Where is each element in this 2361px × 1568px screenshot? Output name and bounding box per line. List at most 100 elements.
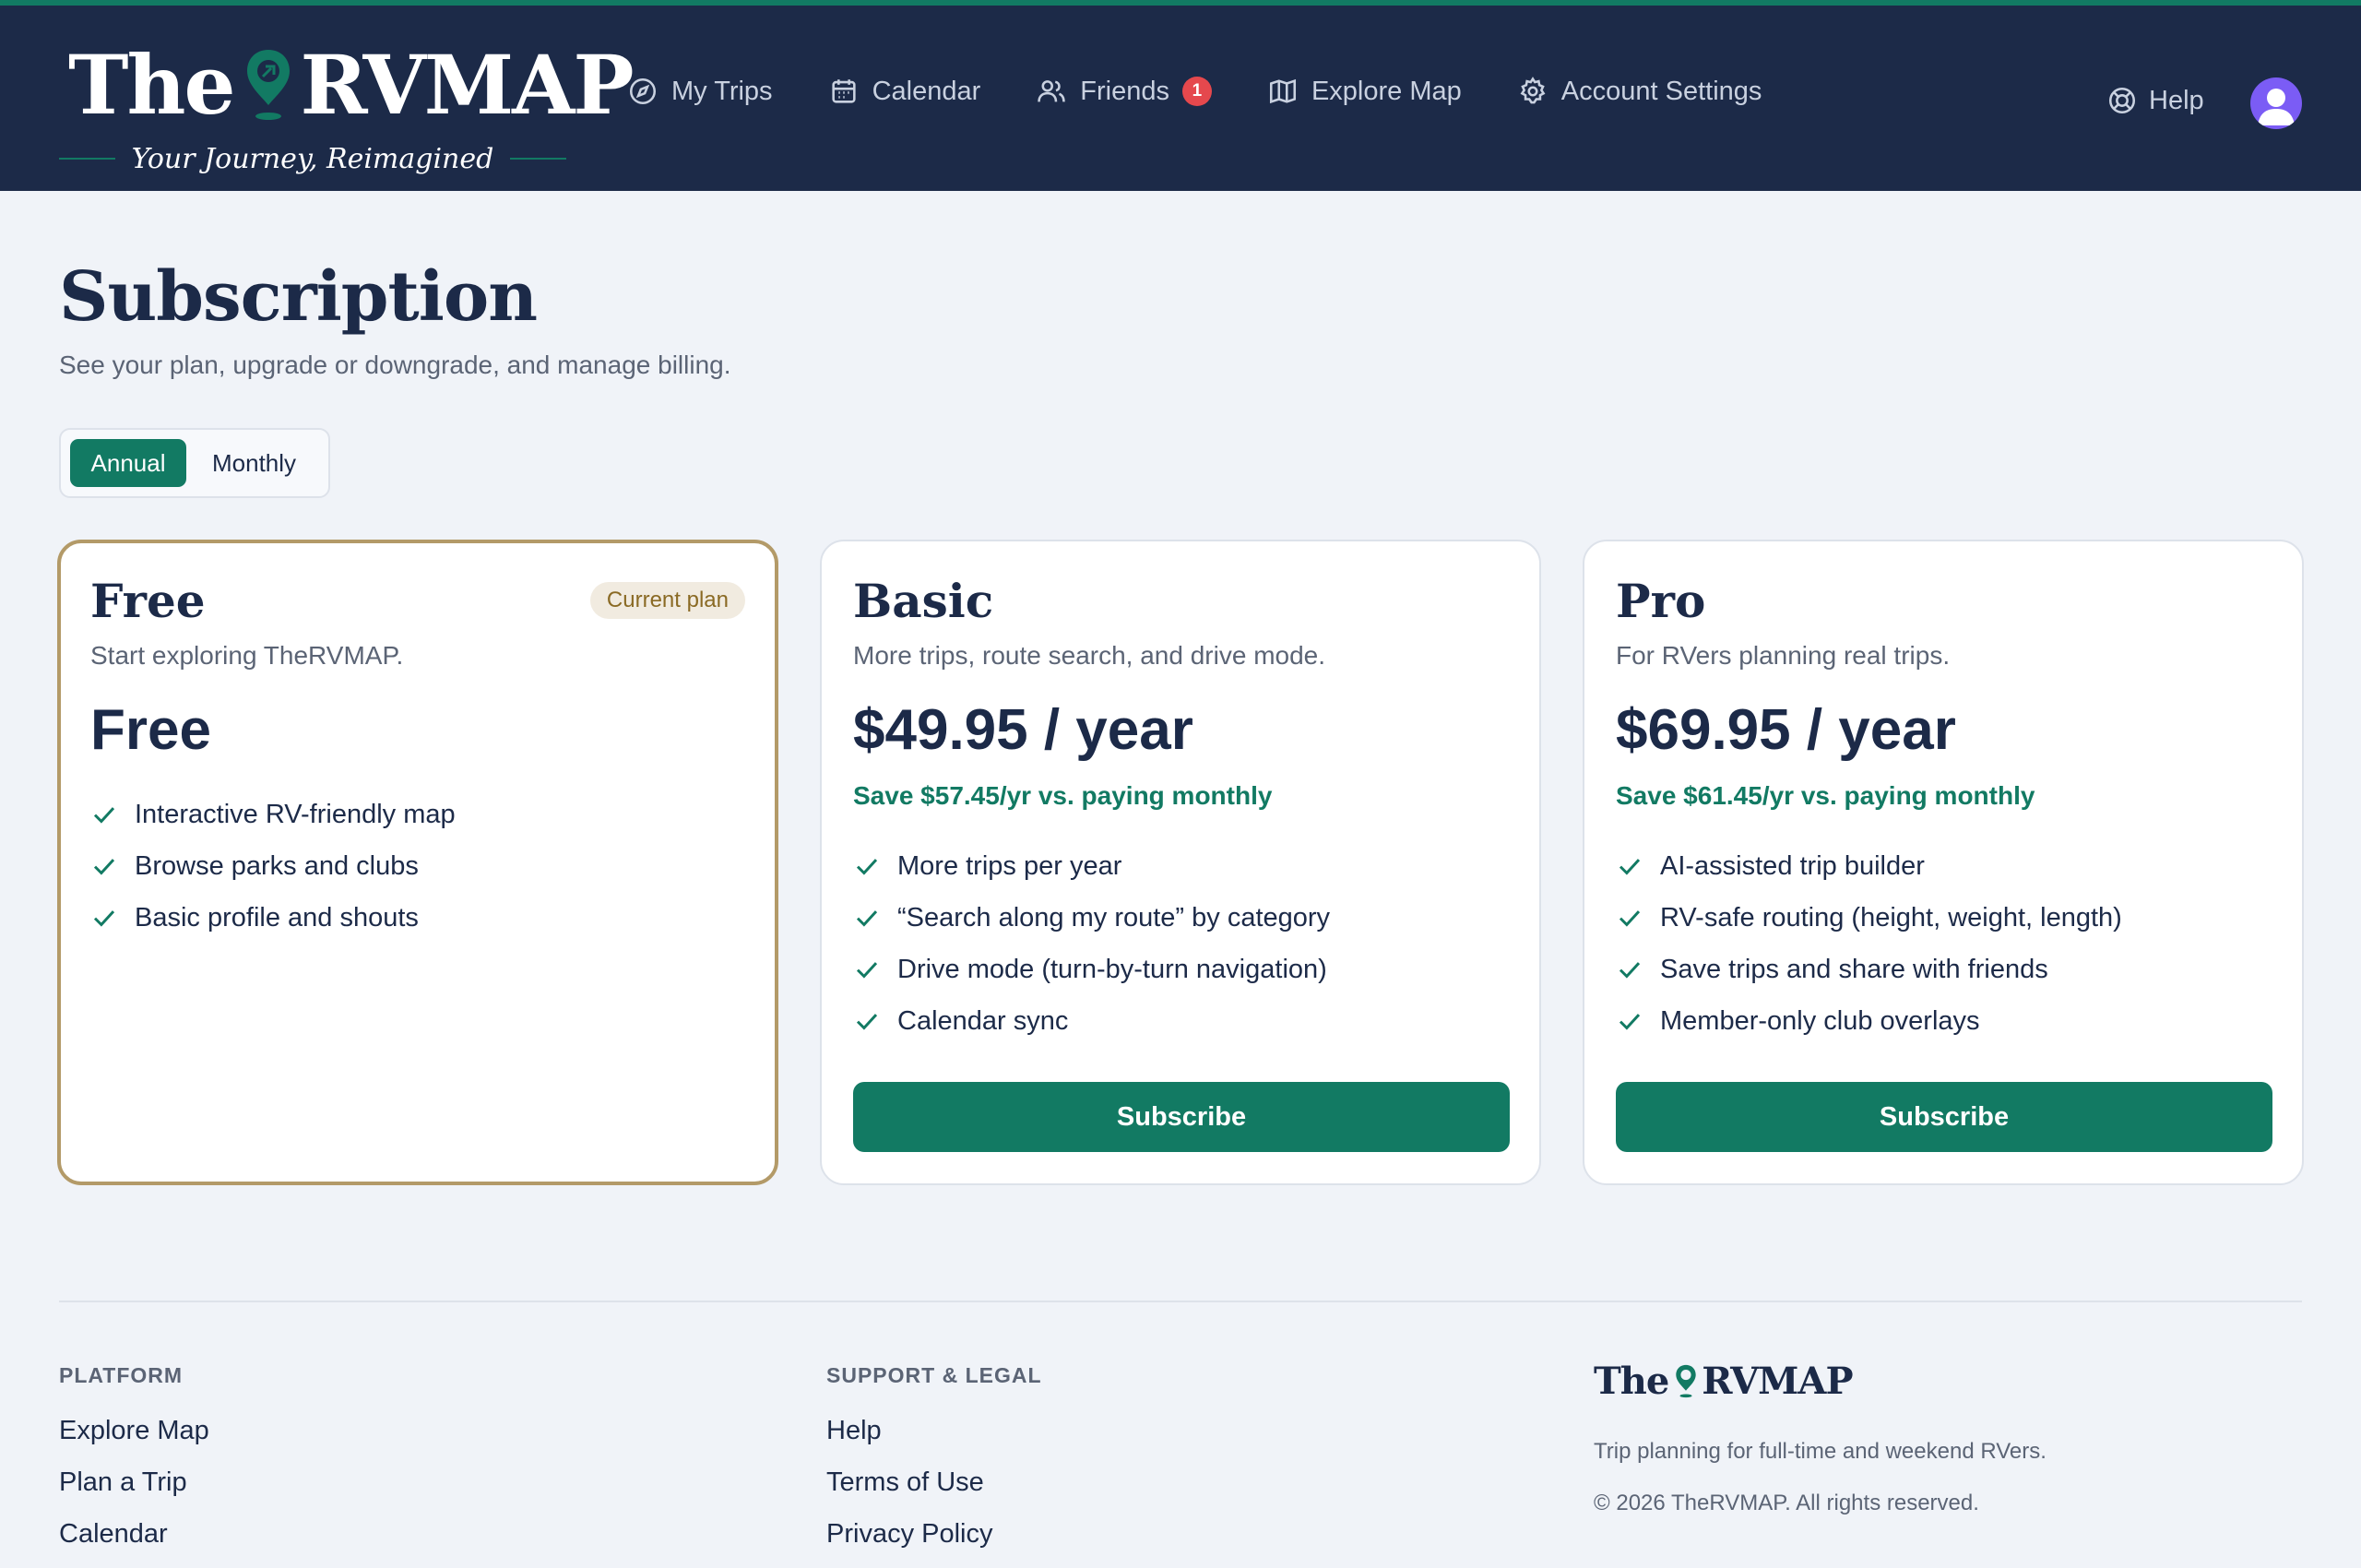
feature-item: Calendar sync xyxy=(853,995,1330,1047)
feature-item: Browse parks and clubs xyxy=(90,840,456,892)
brand-wordmark: The RVMAP xyxy=(68,37,635,133)
page-title: Subscription xyxy=(59,257,538,337)
feature-text: Member-only club overlays xyxy=(1660,1005,1980,1036)
check-icon xyxy=(1619,859,1641,875)
nav-label: Account Settings xyxy=(1560,76,1762,106)
footer-link-calendar[interactable]: Calendar xyxy=(59,1519,209,1568)
map-pin-logo-icon xyxy=(1676,1364,1696,1398)
feature-item: More trips per year xyxy=(853,840,1330,892)
plan-price: Free xyxy=(90,698,211,762)
footer-support-column: SUPPORT & LEGAL Help Terms of Use Privac… xyxy=(826,1363,1042,1568)
footer-link-explore-map[interactable]: Explore Map xyxy=(59,1416,209,1467)
user-avatar[interactable] xyxy=(2250,77,2302,129)
billing-period-toggle: Annual Monthly xyxy=(59,428,330,498)
nav-label: Calendar xyxy=(872,76,981,106)
main-nav: My Trips Calendar Friends 1 Explore Map … xyxy=(627,76,1762,107)
plan-savings: Save $61.45/yr vs. paying monthly xyxy=(1616,781,2035,810)
footer-link-plan-a-trip[interactable]: Plan a Trip xyxy=(59,1467,209,1519)
notification-badge: 1 xyxy=(1181,77,1212,106)
toggle-monthly[interactable]: Monthly xyxy=(194,439,314,487)
map-pin-logo-icon xyxy=(247,50,291,120)
plan-savings: Save $57.45/yr vs. paying monthly xyxy=(853,781,1273,810)
check-icon xyxy=(856,962,878,979)
footer-link-terms[interactable]: Terms of Use xyxy=(826,1467,1042,1519)
brand-tagline-row: Your Journey, Reimagined xyxy=(59,140,566,177)
top-navigation-bar: The RVMAP Your Journey, Reimagined My Tr… xyxy=(0,0,2361,191)
plan-name: Basic xyxy=(853,574,994,628)
plan-name: Pro xyxy=(1616,574,1706,628)
check-icon xyxy=(93,910,115,927)
feature-text: More trips per year xyxy=(897,850,1122,881)
gear-icon xyxy=(1520,77,1546,104)
plan-price: $69.95 / year xyxy=(1616,698,1956,762)
nav-label: My Trips xyxy=(671,76,773,106)
lifebuoy-icon xyxy=(2108,87,2136,114)
compass-icon xyxy=(629,77,657,105)
subscribe-basic-button[interactable]: Subscribe xyxy=(853,1082,1510,1152)
brand-name-left: The xyxy=(68,37,235,133)
calendar-icon xyxy=(831,79,856,103)
footer-heading: SUPPORT & LEGAL xyxy=(826,1363,1042,1387)
feature-item: Drive mode (turn-by-turn navigation) xyxy=(853,944,1330,995)
tagline-divider-left xyxy=(59,158,115,160)
nav-calendar[interactable]: Calendar xyxy=(828,76,981,107)
footer-heading: PLATFORM xyxy=(59,1363,184,1387)
footer-brand-left: The xyxy=(1594,1360,1669,1403)
plan-name: Free xyxy=(90,574,206,628)
map-icon xyxy=(1269,78,1296,104)
help-link[interactable]: Help xyxy=(2106,85,2204,116)
brand-tagline: Your Journey, Reimagined xyxy=(131,142,494,175)
check-icon xyxy=(1619,962,1641,979)
footer-tagline: Trip planning for full-time and weekend … xyxy=(1594,1439,2047,1464)
check-icon xyxy=(856,1014,878,1030)
check-icon xyxy=(93,859,115,875)
check-icon xyxy=(856,859,878,875)
check-icon xyxy=(93,807,115,824)
footer-divider xyxy=(59,1301,2302,1302)
footer-brand-right: RVMAP xyxy=(1702,1360,1853,1403)
feature-item: Interactive RV-friendly map xyxy=(90,789,456,840)
nav-account-settings[interactable]: Account Settings xyxy=(1517,76,1762,107)
plan-card-pro: Pro For RVers planning real trips. $69.9… xyxy=(1583,540,2304,1185)
plan-description: More trips, route search, and drive mode… xyxy=(853,641,1326,670)
users-icon xyxy=(1038,80,1065,102)
footer-copyright: © 2026 TheRVMAP. All rights reserved. xyxy=(1594,1491,1979,1515)
page-subtitle: See your plan, upgrade or downgrade, and… xyxy=(59,350,731,379)
nav-my-trips[interactable]: My Trips xyxy=(627,76,773,107)
help-label: Help xyxy=(2149,85,2204,115)
feature-text: Interactive RV-friendly map xyxy=(135,799,456,829)
feature-text: Calendar sync xyxy=(897,1005,1069,1036)
check-icon xyxy=(1619,1014,1641,1030)
footer-link-help[interactable]: Help xyxy=(826,1416,1042,1467)
check-icon xyxy=(856,910,878,927)
tagline-divider-right xyxy=(510,158,566,160)
feature-item: Save trips and share with friends xyxy=(1616,944,2122,995)
feature-text: RV-safe routing (height, weight, length) xyxy=(1660,902,2122,932)
current-plan-badge: Current plan xyxy=(589,582,745,619)
footer-logo[interactable]: The RVMAP xyxy=(1594,1360,1854,1403)
feature-text: “Search along my route” by category xyxy=(897,902,1331,932)
feature-text: Browse parks and clubs xyxy=(135,850,419,881)
nav-label: Friends xyxy=(1080,76,1169,106)
feature-text: AI-assisted trip builder xyxy=(1660,850,1925,881)
brand-logo[interactable]: The RVMAP Your Journey, Reimagined xyxy=(59,37,635,184)
check-icon xyxy=(1619,910,1641,927)
feature-list: AI-assisted trip builder RV-safe routing… xyxy=(1616,840,2122,1047)
feature-text: Basic profile and shouts xyxy=(135,902,419,932)
nav-friends[interactable]: Friends 1 xyxy=(1036,76,1212,107)
user-icon xyxy=(2258,89,2295,125)
feature-item: Basic profile and shouts xyxy=(90,892,456,944)
feature-text: Drive mode (turn-by-turn navigation) xyxy=(897,954,1327,984)
feature-text: Save trips and share with friends xyxy=(1660,954,2048,984)
nav-explore-map[interactable]: Explore Map xyxy=(1267,76,1462,107)
footer-platform-column: PLATFORM Explore Map Plan a Trip Calenda… xyxy=(59,1363,209,1568)
plan-card-free: Free Current plan Start exploring TheRVM… xyxy=(57,540,778,1185)
plan-description: For RVers planning real trips. xyxy=(1616,641,1951,670)
feature-item: “Search along my route” by category xyxy=(853,892,1330,944)
feature-list: Interactive RV-friendly map Browse parks… xyxy=(90,789,456,944)
plan-description: Start exploring TheRVMAP. xyxy=(90,641,404,670)
toggle-annual[interactable]: Annual xyxy=(70,439,186,487)
subscribe-pro-button[interactable]: Subscribe xyxy=(1616,1082,2272,1152)
plan-price: $49.95 / year xyxy=(853,698,1193,762)
footer-link-privacy[interactable]: Privacy Policy xyxy=(826,1519,1042,1568)
